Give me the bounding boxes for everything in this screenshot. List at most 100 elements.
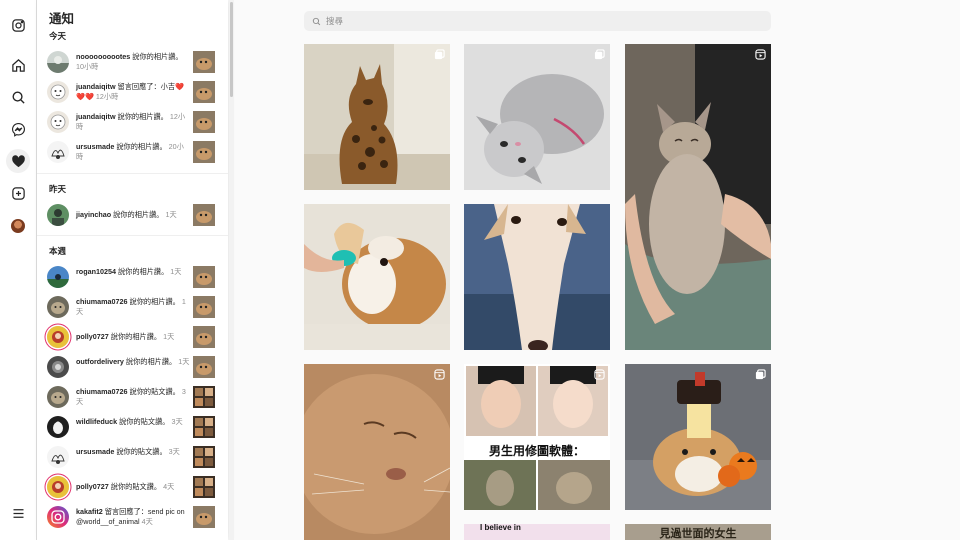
multi-icon: [594, 49, 605, 60]
notification-time: 1天: [163, 332, 175, 341]
post-thumbnail[interactable]: [193, 356, 215, 378]
reels-icon: [755, 49, 766, 60]
avatar[interactable]: [47, 386, 69, 408]
multi-icon: [755, 369, 766, 380]
notification-user: noooooooootes: [76, 52, 131, 61]
explore-post[interactable]: I believe in: [464, 524, 610, 540]
avatar[interactable]: [47, 81, 69, 103]
notification-item[interactable]: chiumama0726 說你的貼文讚。 3天: [47, 384, 221, 410]
divider: [37, 235, 228, 236]
multi-icon: [434, 49, 445, 60]
divider: [37, 173, 228, 174]
post-thumbnail[interactable]: [193, 386, 215, 408]
notification-item[interactable]: ursusmade 說你的貼文讚。 3天: [47, 444, 221, 470]
notification-user: wildlifeduck: [76, 417, 118, 426]
explore-post[interactable]: [625, 364, 771, 510]
explore-post[interactable]: 男生用修圖軟體：: [464, 364, 610, 510]
avatar[interactable]: [47, 476, 69, 498]
post-thumbnail[interactable]: [193, 111, 215, 133]
instagram-icon[interactable]: [6, 13, 30, 37]
avatar[interactable]: [47, 111, 69, 133]
avatar[interactable]: [47, 266, 69, 288]
notification-user: juandaiqitw: [76, 112, 116, 121]
reels-icon: [594, 369, 605, 380]
notification-time: 4天: [141, 516, 153, 526]
avatar[interactable]: [47, 356, 69, 378]
post-thumbnail[interactable]: [193, 51, 215, 73]
avatar[interactable]: [47, 506, 69, 528]
notification-item[interactable]: polly0727 說你的貼文讚。 4天: [47, 474, 221, 500]
post-thumbnail[interactable]: [193, 326, 215, 348]
reels-icon: [434, 369, 445, 380]
notification-item[interactable]: juandaiqitw 留言回應了：小吉❤️❤️❤️ 12小時: [47, 79, 221, 105]
notification-item[interactable]: polly0727 說你的相片讚。 1天: [47, 324, 221, 350]
notification-item[interactable]: ursusmade 說你的相片讚。 20小時: [47, 139, 221, 165]
search-bar[interactable]: [304, 11, 771, 31]
notification-user: polly0727: [76, 482, 109, 491]
notification-user: chiumama0726: [76, 297, 128, 306]
messenger-icon[interactable]: [6, 117, 30, 141]
notification-item[interactable]: kakafit2 留言回應了：send pic on @world__of_an…: [47, 504, 221, 530]
post-thumbnail[interactable]: [193, 141, 215, 163]
notification-item[interactable]: chiumama0726 說你的相片讚。 1天: [47, 294, 221, 320]
panel-scrollbar[interactable]: [229, 0, 234, 540]
notification-item[interactable]: juandaiqitw 說你的相片讚。 12小時: [47, 109, 221, 135]
meme-caption: 男生用修圖軟體：: [488, 444, 585, 458]
panel-title: 通知: [49, 12, 75, 26]
post-thumbnail[interactable]: [193, 446, 215, 468]
explore-post[interactable]: [304, 44, 450, 190]
notification-user: ursusmade: [76, 142, 115, 151]
post-thumbnail[interactable]: [193, 296, 215, 318]
post-thumbnail[interactable]: [193, 204, 215, 226]
profile-avatar[interactable]: [6, 214, 30, 238]
menu-icon[interactable]: [6, 501, 30, 525]
notification-time: 12小時: [95, 91, 119, 101]
explore-post[interactable]: 見過世面的女生: [625, 524, 771, 540]
nav-rail: [0, 0, 37, 540]
notification-time: 3天: [171, 417, 183, 426]
avatar[interactable]: [47, 326, 69, 348]
avatar[interactable]: [47, 446, 69, 468]
notification-item[interactable]: noooooooootes 說你的相片讚。 10小時: [47, 49, 221, 75]
post-thumbnail[interactable]: [193, 266, 215, 288]
notification-user: polly0727: [76, 332, 109, 341]
explore-post[interactable]: [464, 204, 610, 350]
search-icon[interactable]: [6, 85, 30, 109]
notification-time: 4天: [163, 482, 175, 491]
create-icon[interactable]: [6, 181, 30, 205]
search-input[interactable]: [326, 16, 726, 26]
explore-post[interactable]: [625, 44, 771, 350]
post-caption: I believe in: [480, 524, 521, 532]
avatar[interactable]: [47, 204, 69, 226]
notification-item[interactable]: outfordelivery 說你的相片讚。 1天: [47, 354, 221, 380]
notification-item[interactable]: wildlifeduck 說你的貼文讚。 3天: [47, 414, 221, 440]
notification-user: jiayinchao: [76, 210, 112, 219]
avatar[interactable]: [47, 416, 69, 438]
avatar[interactable]: [47, 51, 69, 73]
explore-post[interactable]: [304, 204, 450, 350]
notification-user: kakafit2: [76, 507, 103, 516]
section-this-week: 本週: [49, 246, 67, 256]
scrollbar-thumb[interactable]: [230, 2, 233, 97]
notification-item[interactable]: jiayinchao 說你的相片讚。 1天: [47, 202, 221, 228]
post-caption: 見過世面的女生: [659, 527, 737, 540]
post-thumbnail[interactable]: [193, 81, 215, 103]
explore-post[interactable]: [304, 364, 450, 540]
notification-user: ursusmade: [76, 447, 115, 456]
home-icon[interactable]: [6, 53, 30, 77]
notification-user: chiumama0726: [76, 387, 128, 396]
post-thumbnail[interactable]: [193, 476, 215, 498]
notification-item[interactable]: rogan10254 說你的相片讚。 1天: [47, 264, 221, 290]
post-thumbnail[interactable]: [193, 416, 215, 438]
post-thumbnail[interactable]: [193, 506, 215, 528]
page-scrollbar[interactable]: [952, 0, 960, 540]
avatar[interactable]: [47, 141, 69, 163]
explore-post[interactable]: [464, 44, 610, 190]
notification-time: 1天: [165, 210, 177, 219]
search-icon: [312, 17, 321, 25]
heart-icon[interactable]: [6, 149, 30, 173]
notification-time: 10小時: [76, 61, 99, 71]
avatar[interactable]: [47, 296, 69, 318]
notification-time: 1天: [178, 357, 190, 366]
notification-time: 3天: [168, 447, 180, 456]
